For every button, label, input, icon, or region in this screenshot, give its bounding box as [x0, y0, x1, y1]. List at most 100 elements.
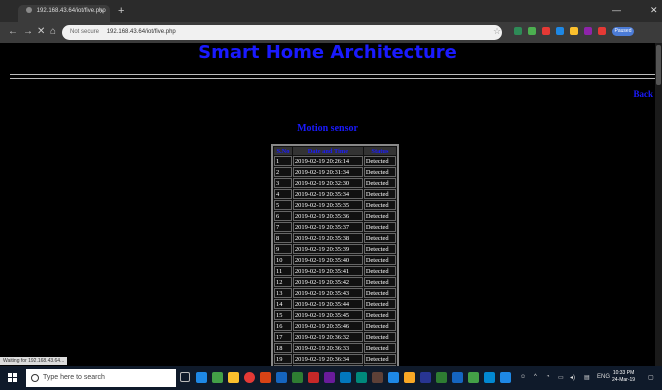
network-icon[interactable]: ◔: [546, 374, 550, 380]
taskbar-clock[interactable]: 10:33 PM 24-Mar-19: [612, 370, 635, 384]
profile-button[interactable]: Paused: [612, 27, 634, 36]
motion-log-table: S.No Date and Time Status 1 2019-02-19 20…: [271, 144, 399, 366]
taskbar-app-icon[interactable]: [468, 372, 479, 383]
scrollbar-thumb[interactable]: [656, 45, 661, 85]
back-link[interactable]: Back: [633, 89, 653, 99]
cell-sno: 18: [274, 343, 292, 353]
extension-icon[interactable]: [570, 27, 578, 35]
taskbar-app-icon[interactable]: [452, 372, 463, 383]
extension-icon[interactable]: [528, 27, 536, 35]
microphone-icon[interactable]: [180, 372, 190, 382]
cell-datetime: 2019-02-19 20:32:30: [292, 178, 363, 188]
table-row: 5 2019-02-19 20:35:35 Detected: [274, 200, 396, 210]
cell-datetime: 2019-02-19 20:35:41: [292, 266, 363, 276]
language-indicator[interactable]: ENG: [597, 374, 610, 380]
chrome-icon[interactable]: [244, 372, 255, 383]
extension-icon[interactable]: [556, 27, 564, 35]
taskbar-app-icon[interactable]: [308, 372, 319, 383]
table-row: 8 2019-02-19 20:35:38 Detected: [274, 233, 396, 243]
cell-sno: 11: [274, 266, 292, 276]
cell-datetime: 2019-02-19 20:35:42: [292, 277, 363, 287]
table-row: 4 2019-02-19 20:35:34 Detected: [274, 189, 396, 199]
extension-icon[interactable]: [584, 27, 592, 35]
file-explorer-icon[interactable]: [228, 372, 239, 383]
taskbar-app-icon[interactable]: [388, 372, 399, 383]
tab-close-icon[interactable]: ×: [99, 5, 104, 18]
taskbar-app-icon[interactable]: [436, 372, 447, 383]
page-title: Smart Home Architecture: [198, 43, 457, 63]
cell-sno: 14: [274, 299, 292, 309]
table-row: 6 2019-02-19 20:35:36 Detected: [274, 211, 396, 221]
windows-start-icon[interactable]: [8, 373, 18, 383]
url-text[interactable]: 192.168.43.64/iot/five.php: [107, 29, 176, 35]
cell-sno: 19: [274, 354, 292, 364]
taskbar-app-icon[interactable]: [324, 372, 335, 383]
taskbar-app-icon[interactable]: [276, 372, 287, 383]
window-close-button[interactable]: ✕: [650, 5, 658, 16]
edge-browser-icon[interactable]: [196, 372, 207, 383]
not-secure-label[interactable]: Not secure: [70, 29, 99, 35]
taskbar-search-input[interactable]: Type here to search: [26, 369, 176, 387]
cell-status: Detected: [363, 156, 396, 166]
table-row: 3 2019-02-19 20:32:30 Detected: [274, 178, 396, 188]
taskbar-app-icon[interactable]: [500, 372, 511, 383]
column-header-status: Status: [363, 147, 396, 155]
table-row: 18 2019-02-19 20:36:33 Detected: [274, 343, 396, 353]
cell-sno: 8: [274, 233, 292, 243]
table-row: 1 2019-02-19 20:26:14 Detected: [274, 156, 396, 166]
table-row: 14 2019-02-19 20:35:44 Detected: [274, 299, 396, 309]
people-icon[interactable]: ☺: [520, 374, 526, 380]
page-scrollbar[interactable]: [655, 43, 662, 366]
home-icon[interactable]: ⌂: [50, 26, 56, 38]
extension-icon[interactable]: [598, 27, 606, 35]
column-header-sno: S.No: [274, 147, 292, 155]
divider: [10, 78, 655, 79]
table-row: 15 2019-02-19 20:35:45 Detected: [274, 310, 396, 320]
battery-icon[interactable]: ▭: [558, 374, 564, 381]
cell-status: Detected: [363, 266, 396, 276]
cell-sno: 6: [274, 211, 292, 221]
taskbar-app-icon[interactable]: [420, 372, 431, 383]
cell-datetime: 2019-02-19 20:31:34: [292, 167, 363, 177]
keyboard-icon[interactable]: ▤: [584, 374, 590, 381]
cell-sno: 7: [274, 222, 292, 232]
taskbar-app-icon[interactable]: [372, 372, 383, 383]
bookmark-star-icon[interactable]: ☆: [493, 26, 501, 37]
cell-status: Detected: [363, 178, 396, 188]
clock-time: 10:33 PM: [612, 370, 635, 376]
extension-icon[interactable]: [514, 27, 522, 35]
taskbar-app-icon[interactable]: [356, 372, 367, 383]
cell-sno: 9: [274, 244, 292, 254]
page-favicon-icon: [26, 7, 32, 14]
taskbar: Type here to search ☺ ^ ◔ ▭ ◂) ▤ ENG 10:…: [0, 366, 662, 390]
minimize-button[interactable]: —: [612, 5, 621, 15]
column-header-datetime: Date and Time: [292, 147, 363, 155]
taskbar-app-icon[interactable]: [340, 372, 351, 383]
back-arrow-icon[interactable]: ←: [8, 26, 18, 38]
cell-datetime: 2019-02-19 20:36:34: [292, 354, 363, 364]
cell-sno: 3: [274, 178, 292, 188]
store-icon[interactable]: [212, 372, 223, 383]
cell-sno: 4: [274, 189, 292, 199]
volume-icon[interactable]: ◂): [570, 374, 575, 381]
notification-icon[interactable]: ▢: [648, 374, 654, 381]
table-row: 9 2019-02-19 20:35:39 Detected: [274, 244, 396, 254]
table-row: 16 2019-02-19 20:35:46 Detected: [274, 321, 396, 331]
cell-sno: 13: [274, 288, 292, 298]
stop-loading-icon[interactable]: ✕: [37, 26, 45, 38]
taskbar-app-icon[interactable]: [292, 372, 303, 383]
tray-chevron-icon[interactable]: ^: [534, 374, 537, 380]
table-row: 7 2019-02-19 20:35:37 Detected: [274, 222, 396, 232]
cell-datetime: 2019-02-19 20:36:33: [292, 343, 363, 353]
browser-tab[interactable]: 192.168.43.64/iot/five.php ×: [18, 5, 110, 22]
cell-sno: 12: [274, 277, 292, 287]
cell-status: Detected: [363, 332, 396, 342]
taskbar-app-icon[interactable]: [484, 372, 495, 383]
taskbar-app-icon[interactable]: [404, 372, 415, 383]
opera-icon[interactable]: [260, 372, 271, 383]
new-tab-button[interactable]: +: [118, 6, 124, 17]
extension-icon[interactable]: [542, 27, 550, 35]
address-bar[interactable]: Not secure 192.168.43.64/iot/five.php: [62, 25, 502, 40]
forward-arrow-icon[interactable]: →: [23, 26, 33, 38]
search-icon: [31, 374, 39, 382]
